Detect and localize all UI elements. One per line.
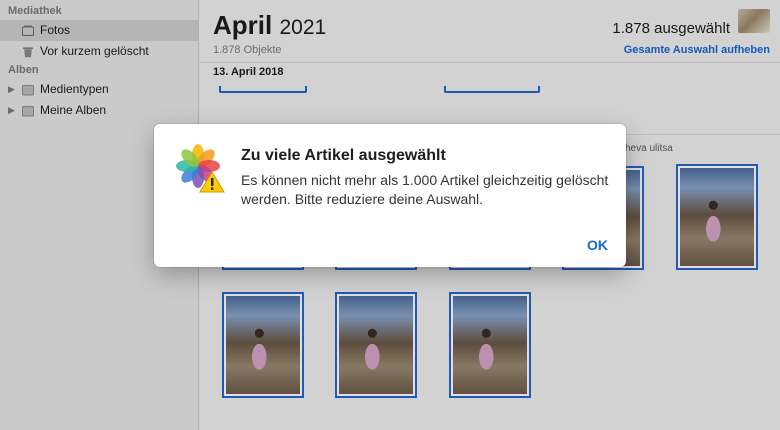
ok-button[interactable]: OK [587, 237, 608, 253]
photos-warning-icon [176, 144, 225, 193]
alert-dialog: Zu viele Artikel ausgewählt Es können ni… [154, 124, 626, 267]
dialog-title: Zu viele Artikel ausgewählt [241, 147, 446, 164]
dialog-message: Es können nicht mehr als 1.000 Artikel g… [241, 172, 609, 207]
